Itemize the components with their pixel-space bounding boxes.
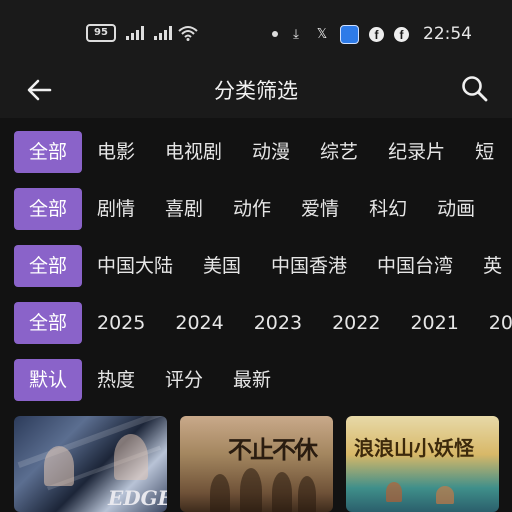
filter-option[interactable]: 英	[483, 245, 502, 287]
filter-option[interactable]: 中国台湾	[377, 245, 453, 287]
filter-option[interactable]: 2023	[254, 302, 302, 344]
filter-option[interactable]: 电视剧	[165, 131, 222, 173]
x-icon: 𝕏	[316, 26, 328, 42]
poster-card[interactable]: 浪浪山小妖怪	[346, 416, 499, 512]
filter-chip-selected[interactable]: 全部	[14, 188, 82, 230]
filter-chip-selected[interactable]: 全部	[14, 245, 82, 287]
poster-card[interactable]: EDGE	[14, 416, 167, 512]
signal-icon	[154, 26, 172, 40]
filter-option[interactable]: 科幻	[369, 188, 407, 230]
signal-icon	[126, 26, 144, 40]
clock: 22:54	[423, 24, 472, 44]
poster-grid: EDGE 不止不休 浪浪山小妖怪	[0, 416, 512, 512]
filter-option[interactable]: 2021	[410, 302, 458, 344]
battery-indicator: 95	[86, 24, 116, 42]
poster-title: EDGE	[108, 486, 167, 510]
filter-row-sort: 默认 热度 评分 最新	[0, 359, 512, 403]
filter-chip-selected[interactable]: 全部	[14, 302, 82, 344]
filter-option[interactable]: 中国大陆	[97, 245, 173, 287]
filter-row-type: 全部 电影 电视剧 动漫 综艺 纪录片 短	[0, 131, 512, 175]
filter-option[interactable]: 2025	[97, 302, 145, 344]
filter-option[interactable]: 评分	[165, 359, 203, 401]
filter-option[interactable]: 爱情	[301, 188, 339, 230]
poster-card[interactable]: 不止不休	[180, 416, 333, 512]
filter-option[interactable]: 纪录片	[388, 131, 445, 173]
filter-option[interactable]: 动漫	[252, 131, 290, 173]
filter-option[interactable]: 热度	[97, 359, 135, 401]
poster-title: 不止不休	[228, 435, 318, 464]
app-header: 分类筛选	[0, 66, 512, 118]
app-icon	[340, 24, 359, 44]
filter-option[interactable]: 综艺	[320, 131, 358, 173]
facebook-icon: f	[394, 26, 409, 42]
filter-option[interactable]: 动画	[437, 188, 475, 230]
filter-option[interactable]: 剧情	[97, 188, 135, 230]
filter-option[interactable]: 短	[475, 131, 494, 173]
filter-option[interactable]: 美国	[203, 245, 241, 287]
dot-icon	[272, 31, 278, 37]
poster-title: 浪浪山小妖怪	[354, 436, 474, 460]
filter-option[interactable]: 电影	[97, 131, 135, 173]
filter-row-year: 全部 2025 2024 2023 2022 2021 20	[0, 302, 512, 346]
download-icon: ⤓	[293, 26, 299, 42]
facebook-icon: f	[369, 26, 384, 42]
filter-option[interactable]: 动作	[233, 188, 271, 230]
filter-option[interactable]: 20	[489, 302, 512, 344]
filter-option[interactable]: 2022	[332, 302, 380, 344]
filter-option[interactable]: 最新	[233, 359, 271, 401]
filter-row-genre: 全部 剧情 喜剧 动作 爱情 科幻 动画	[0, 188, 512, 232]
filter-row-region: 全部 中国大陆 美国 中国香港 中国台湾 英	[0, 245, 512, 289]
filter-chip-selected[interactable]: 默认	[14, 359, 82, 401]
filter-option[interactable]: 2024	[175, 302, 223, 344]
search-icon[interactable]	[460, 74, 490, 104]
filter-option[interactable]: 喜剧	[165, 188, 203, 230]
page-title: 分类筛选	[214, 79, 298, 103]
status-bar: 95 ⤓ 𝕏 f f 22:54	[0, 0, 512, 66]
status-right: ⤓ 𝕏 f f 22:54	[272, 24, 472, 44]
filter-chip-selected[interactable]: 全部	[14, 131, 82, 173]
status-left: 95	[86, 24, 198, 42]
filter-option[interactable]: 中国香港	[271, 245, 347, 287]
wifi-icon	[178, 26, 198, 41]
